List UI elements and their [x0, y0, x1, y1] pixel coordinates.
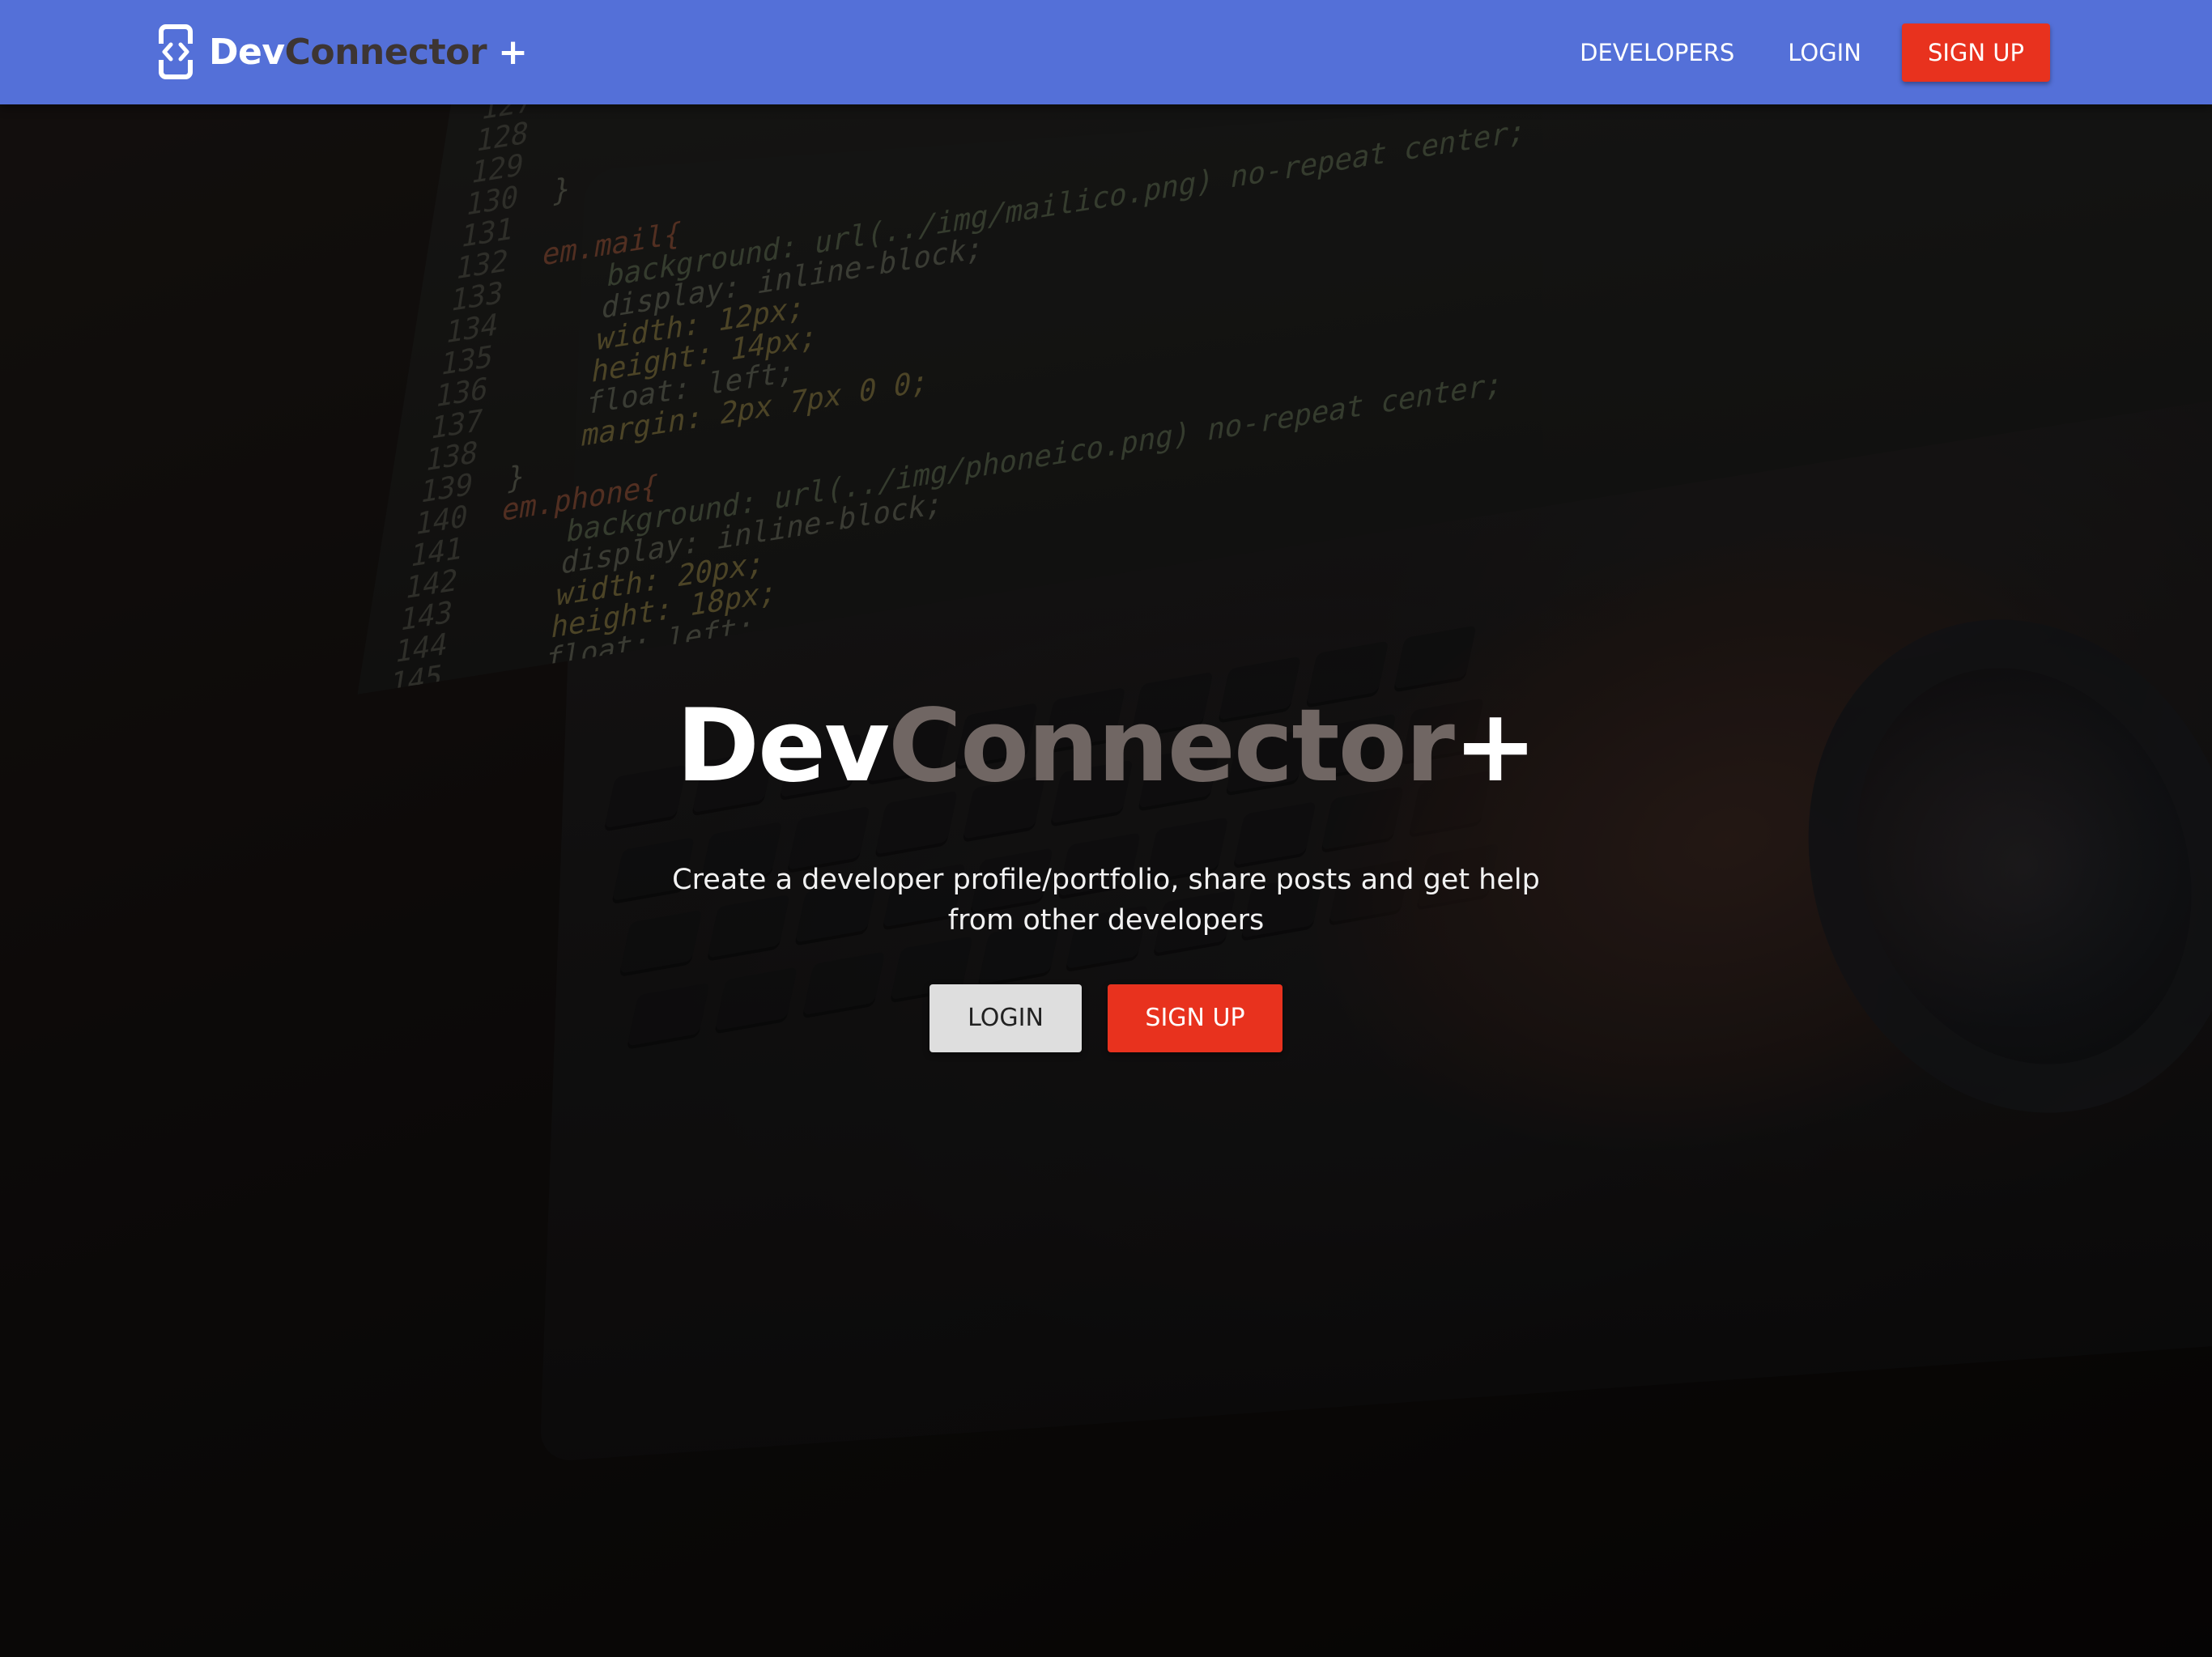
- hero-title-dev: Dev: [676, 688, 890, 805]
- brand-dev-text: Dev: [209, 31, 285, 73]
- hero-login-button[interactable]: LOGIN: [929, 984, 1082, 1052]
- landing-page: 127 font-family: 128 129 130 }131 132 em…: [0, 0, 2212, 1657]
- nav-links: DEVELOPERS LOGIN SIGN UP: [1526, 0, 2050, 104]
- hero-title-plus: +: [1453, 688, 1538, 805]
- hero-title: DevConnector+: [0, 696, 2212, 797]
- top-navbar: DevConnector + DEVELOPERS LOGIN SIGN UP: [0, 0, 2212, 104]
- brand-connector-text: Connector: [284, 31, 487, 73]
- hero-signup-button[interactable]: SIGN UP: [1108, 984, 1283, 1052]
- brand-logo-link[interactable]: DevConnector +: [159, 24, 528, 79]
- code-brackets-icon: [159, 24, 193, 79]
- brand-plus-text: +: [498, 31, 528, 73]
- nav-signup-button[interactable]: SIGN UP: [1901, 23, 2050, 82]
- nav-login-link[interactable]: LOGIN: [1788, 39, 1861, 66]
- hero-section: DevConnector+ Create a developer profile…: [0, 696, 2212, 1052]
- hero-title-connector: Connector: [887, 688, 1455, 805]
- hero-buttons: LOGIN SIGN UP: [0, 984, 2212, 1052]
- hero-subtitle: Create a developer profile/portfolio, sh…: [672, 864, 1540, 937]
- brand-name: DevConnector +: [209, 31, 528, 73]
- nav-developers-link[interactable]: DEVELOPERS: [1580, 39, 1734, 66]
